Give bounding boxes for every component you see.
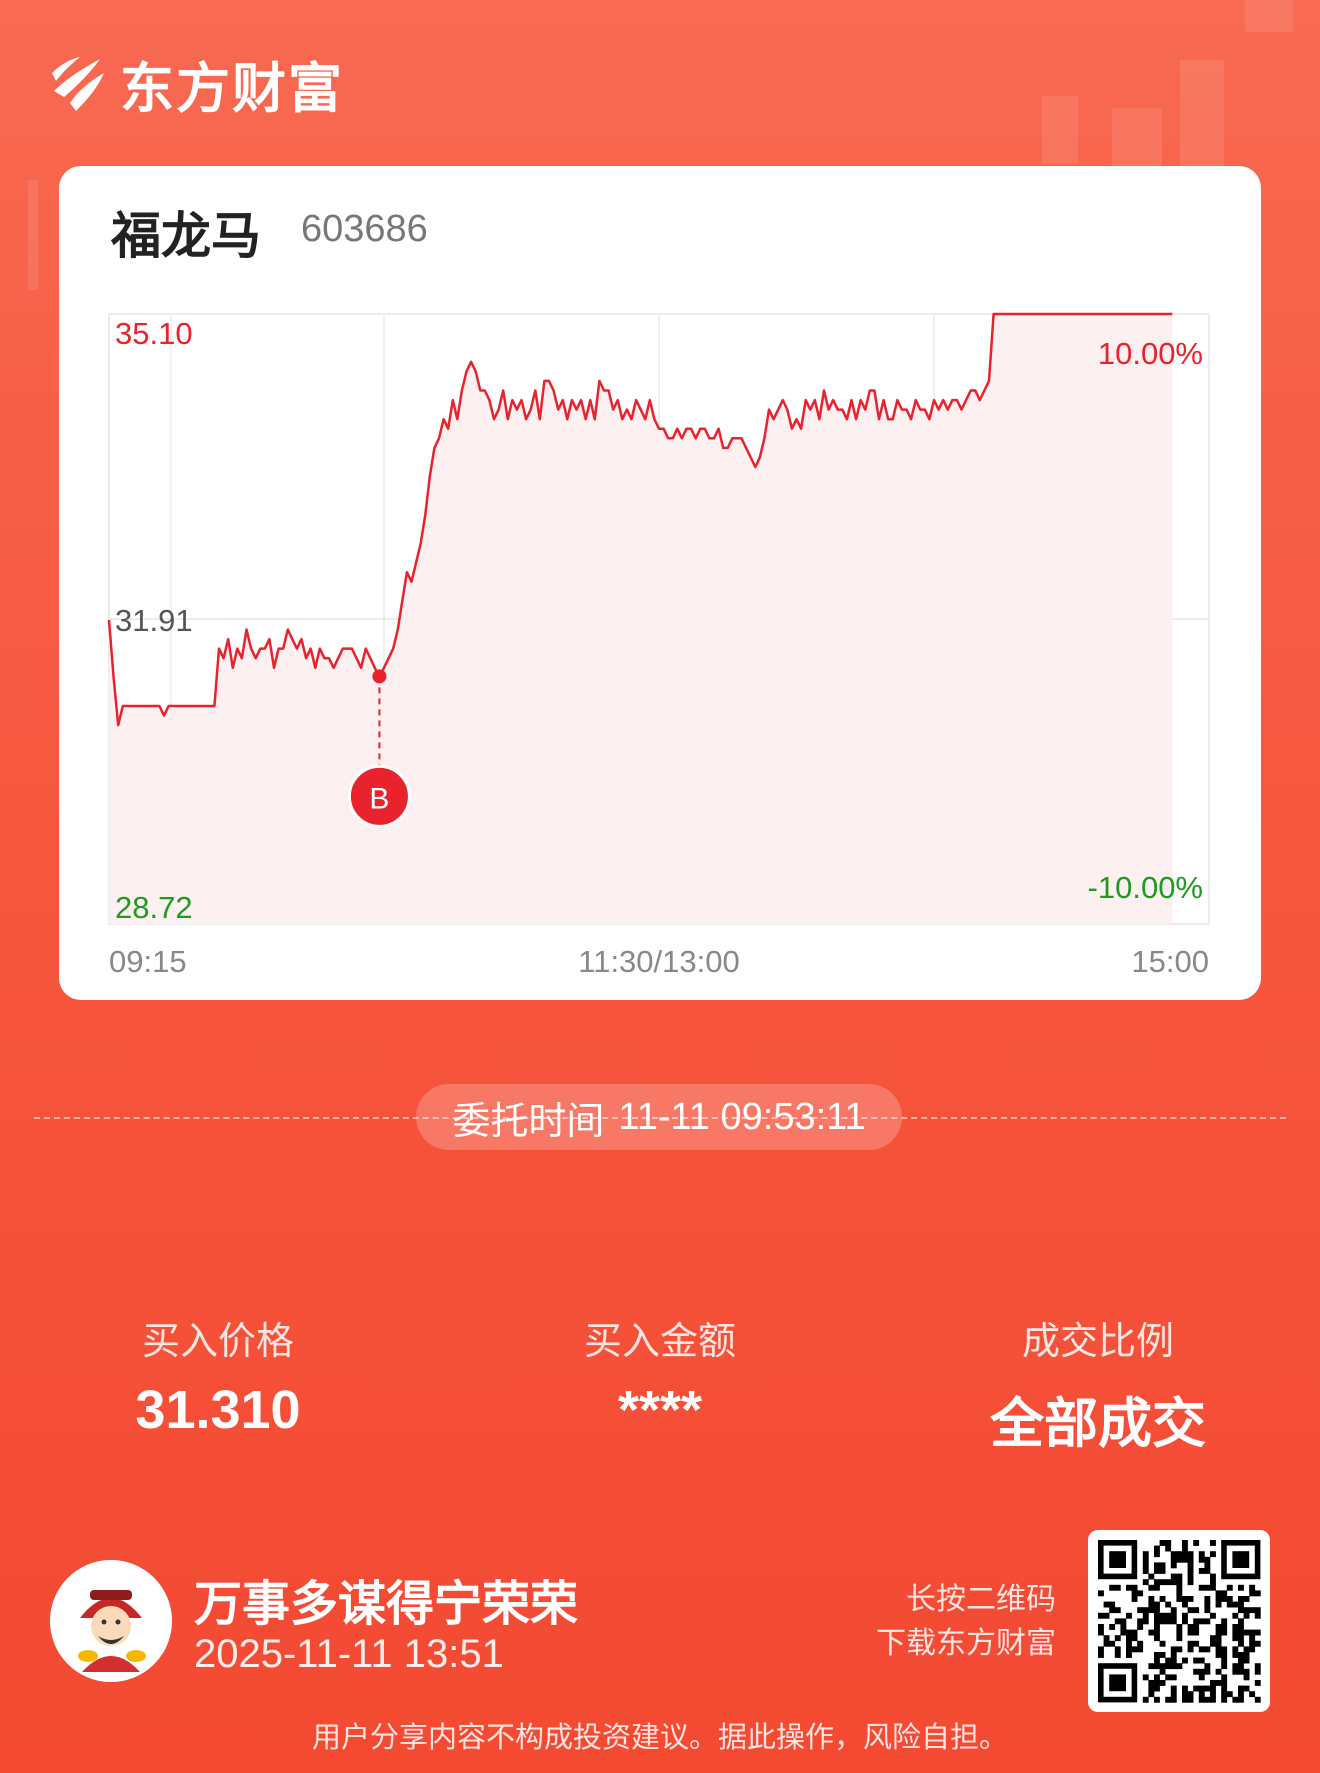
order-time-label: 委托时间 bbox=[452, 1100, 605, 1143]
qr-code[interactable] bbox=[1088, 1530, 1270, 1712]
share-datetime: 2025-11-11 13:51 bbox=[194, 1632, 504, 1676]
x-axis-tick-label: 15:00 bbox=[1131, 944, 1209, 979]
stat-buy-price: 买入价格 31.310 bbox=[68, 1310, 368, 1441]
stat-value: 31.310 bbox=[135, 1380, 301, 1440]
stat-fill-ratio: 成交比例 全部成交 bbox=[948, 1310, 1248, 1458]
brand-logo-icon bbox=[52, 57, 104, 111]
user-name: 万事多谋得宁荣荣 bbox=[194, 1576, 579, 1632]
stat-label: 买入价格 bbox=[141, 1321, 294, 1363]
god-of-wealth-avatar-icon bbox=[50, 1560, 172, 1682]
y-axis-tick-label: 28.72 bbox=[115, 890, 193, 925]
stat-value: 全部成交 bbox=[990, 1394, 1206, 1454]
y-axis-pct-label: 10.00% bbox=[1098, 336, 1203, 371]
background-candle-decoration bbox=[28, 180, 38, 290]
intraday-chart: B 35.10 31.91 28.72 10.00% -10.00% 09:15 11:30/… bbox=[107, 312, 1210, 979]
x-axis-tick-label: 11:30/13:00 bbox=[578, 944, 739, 979]
background-candle-decoration bbox=[1112, 108, 1162, 168]
stat-buy-amount: 买入金额 **** bbox=[510, 1310, 810, 1441]
x-axis-tick-label: 09:15 bbox=[109, 944, 187, 979]
brand-name: 东方财富 bbox=[120, 56, 344, 120]
qr-hint: 长按二维码 下载东方财富 bbox=[876, 1578, 1056, 1666]
qr-hint-line: 长按二维码 bbox=[906, 1583, 1056, 1616]
order-time-value: 11-11 09:53:11 bbox=[618, 1095, 866, 1138]
stock-chart-card: 福龙马 603686 B 35.10 31.91 28.72 10.00% -10.00%… bbox=[59, 166, 1261, 1000]
y-axis-pct-label: -10.00% bbox=[1088, 870, 1203, 905]
y-axis-tick-label: 31.91 bbox=[115, 603, 193, 638]
avatar[interactable] bbox=[50, 1560, 172, 1682]
order-time-pill: 委托时间 11-11 09:53:11 bbox=[416, 1084, 902, 1150]
qr-hint-line: 下载东方财富 bbox=[876, 1627, 1056, 1660]
stat-value: **** bbox=[617, 1380, 703, 1440]
risk-disclaimer: 用户分享内容不构成投资建议。据此操作，风险自担。 bbox=[311, 1722, 1008, 1754]
qr-code-icon bbox=[1098, 1540, 1261, 1703]
y-axis-tick-label: 35.10 bbox=[115, 316, 193, 351]
brand-logo: 东方财富 bbox=[48, 48, 344, 120]
background-candle-decoration bbox=[1042, 96, 1078, 164]
stat-label: 买入金额 bbox=[583, 1321, 736, 1363]
background-candle-decoration bbox=[1245, 0, 1293, 32]
background-candle-decoration bbox=[1180, 60, 1224, 180]
stat-label: 成交比例 bbox=[1021, 1321, 1174, 1363]
buy-marker-label: B bbox=[369, 782, 389, 815]
